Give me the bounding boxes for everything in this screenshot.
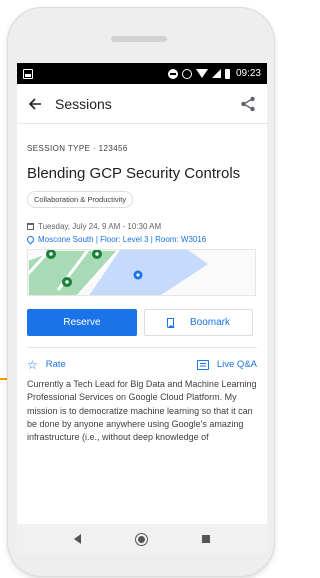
- nav-recents-icon[interactable]: [201, 535, 210, 543]
- floor-map[interactable]: [27, 249, 256, 296]
- session-datetime-text: Tuesday, July 24, 9 AM - 10:30 AM: [38, 222, 162, 231]
- phone-speaker: [111, 36, 167, 42]
- system-navigation-bar: [17, 524, 267, 554]
- cell-signal-icon: [211, 69, 221, 78]
- location-pin-icon: [25, 234, 36, 245]
- calendar-icon: [27, 223, 34, 230]
- live-qa-label: Live Q&A: [216, 359, 257, 370]
- phone-frame: 09:23 Sessions SESSION TYPE · 123456 Ble…: [8, 8, 274, 576]
- page-title: Sessions: [55, 95, 112, 112]
- session-location[interactable]: Moscone South | Floor: Level 3 | Room: W…: [25, 234, 257, 245]
- session-datetime: Tuesday, July 24, 9 AM - 10:30 AM: [27, 222, 257, 231]
- status-time: 09:23: [235, 68, 261, 79]
- topic-tag[interactable]: Collaboration & Productivity: [27, 191, 134, 208]
- arrow-left-icon[interactable]: [27, 96, 43, 112]
- session-type-label: SESSION TYPE · 123456: [27, 144, 128, 153]
- session-details: SESSION TYPE · 123456 Blending GCP Secur…: [17, 144, 267, 444]
- nav-home-icon[interactable]: [135, 533, 147, 545]
- nav-back-icon[interactable]: [74, 534, 82, 544]
- phone-screen: 09:23 Sessions SESSION TYPE · 123456 Ble…: [17, 63, 267, 554]
- reserve-button[interactable]: Reserve: [27, 309, 137, 336]
- bookmark-button[interactable]: Boomark: [144, 309, 253, 336]
- do-not-disturb-icon: [167, 68, 178, 79]
- chat-icon: [196, 359, 209, 370]
- status-icons: 09:23: [167, 68, 261, 79]
- alarm-icon: [181, 68, 192, 79]
- session-description: Currently a Tech Lead for Big Data and M…: [27, 379, 257, 443]
- session-title: Blending GCP Security Controls: [27, 165, 241, 182]
- bookmark-label: Boomark: [189, 317, 230, 328]
- map-marker-icon: [62, 277, 72, 287]
- live-qa-link[interactable]: Live Q&A: [196, 359, 257, 370]
- session-links: ☆ Rate Live Q&A: [27, 357, 257, 372]
- status-bar: 09:23: [17, 63, 267, 84]
- battery-icon: [224, 68, 230, 79]
- map-location-marker-icon: [133, 270, 143, 280]
- star-outline-icon: ☆: [27, 357, 38, 372]
- notification-image-icon: [23, 68, 33, 79]
- divider: [27, 347, 257, 348]
- share-icon[interactable]: [239, 95, 257, 113]
- wifi-icon: [195, 69, 208, 78]
- session-actions: Reserve Boomark: [27, 309, 257, 336]
- bookmark-icon: [166, 318, 175, 328]
- app-bar: Sessions: [17, 84, 267, 124]
- session-location-text[interactable]: Moscone South | Floor: Level 3 | Room: W…: [38, 235, 206, 244]
- rate-link[interactable]: ☆ Rate: [27, 357, 66, 372]
- rate-label: Rate: [45, 359, 66, 370]
